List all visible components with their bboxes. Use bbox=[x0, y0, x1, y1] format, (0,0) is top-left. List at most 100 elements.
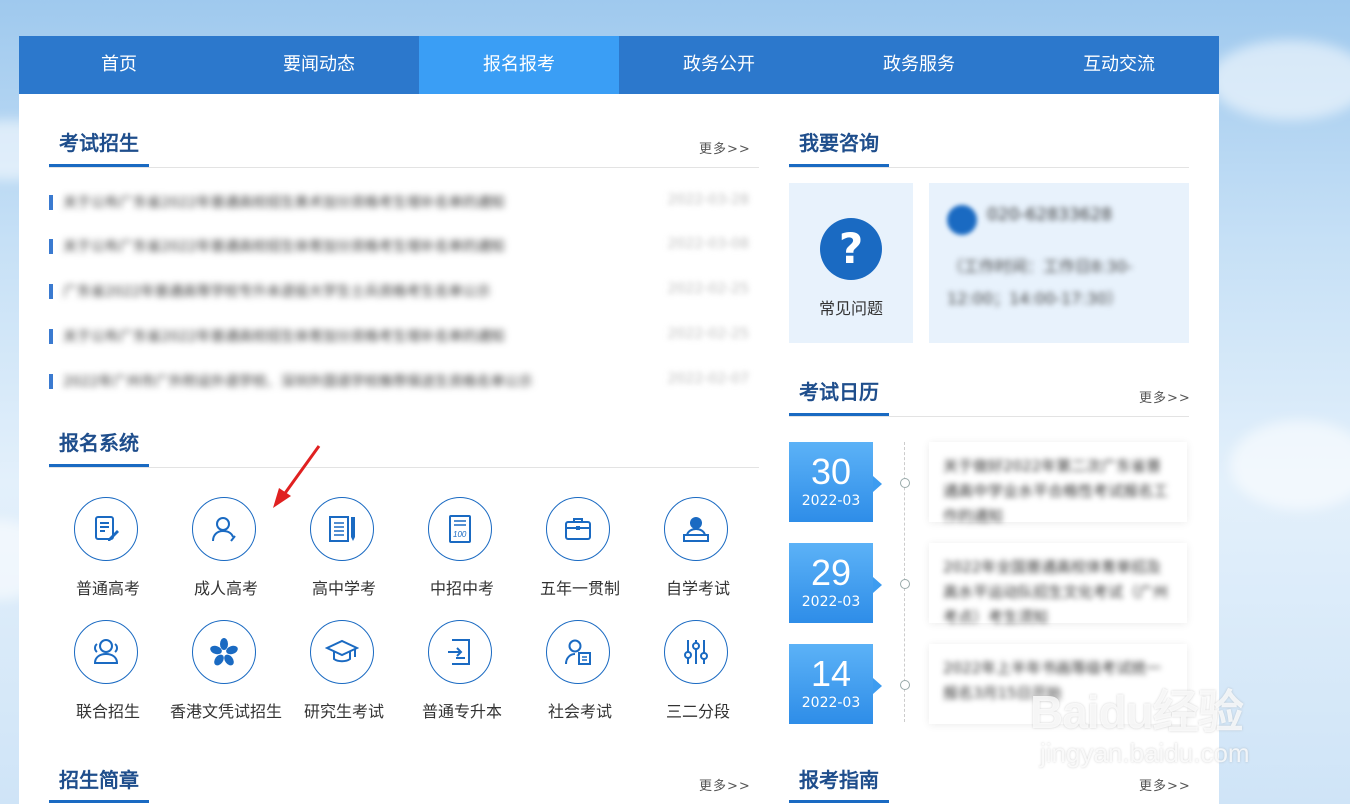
baidu-watermark-url: jingyan.baidu.com bbox=[1040, 738, 1250, 768]
system-label: 自学考试 bbox=[665, 579, 730, 598]
baidu-watermark-logo: Baidu经验 bbox=[1030, 686, 1244, 738]
news-bullet bbox=[49, 374, 53, 389]
section-title-exam-calendar: 考试日历 bbox=[799, 380, 879, 404]
news-date: 2022-02-07 bbox=[667, 371, 749, 387]
news-date: 2022-02-25 bbox=[667, 281, 749, 297]
news-bullet bbox=[49, 284, 53, 299]
system-item-postgraduate[interactable]: 研究生考试 bbox=[285, 620, 403, 730]
news-bullet bbox=[49, 195, 53, 210]
calendar-event-card[interactable]: 关于做好2022年第二次广东省普通高中学业水平合格性考试报名工作的通知 bbox=[929, 442, 1187, 525]
calendar-event-text: 2022年全国普通高校体育单招及高水平运动队招生文化考试（广州考点）考生须知 bbox=[943, 558, 1169, 626]
section-underline bbox=[789, 164, 889, 167]
system-item-high-school[interactable]: 高中学考 bbox=[285, 497, 403, 607]
system-item-joint-recruit[interactable]: 联合招生 bbox=[49, 620, 167, 730]
section-title-exam-guide: 报考指南 bbox=[799, 768, 879, 792]
nav-interaction[interactable]: 互动交流 bbox=[1019, 36, 1219, 94]
calendar-event-text: 关于做好2022年第二次广东省普通高中学业水平合格性考试报名工作的通知 bbox=[943, 457, 1169, 525]
nav-gov-open[interactable]: 政务公开 bbox=[619, 36, 819, 94]
news-item[interactable]: 2022年广州市广外附设外语学校、深圳外国语学校推荐保送生资格名单公示 2022… bbox=[49, 371, 749, 391]
question-icon: ? bbox=[820, 218, 882, 280]
exam-form-icon bbox=[74, 497, 138, 561]
section-underline bbox=[789, 800, 889, 803]
section-title-exam-recruit: 考试招生 bbox=[59, 131, 139, 155]
calendar-date-badge[interactable]: 30 2022-03 bbox=[789, 442, 882, 522]
divider bbox=[789, 416, 1189, 417]
news-date: 2022-02-25 bbox=[667, 326, 749, 342]
news-title: 2022年广州市广外附设外语学校、深圳外国语学校推荐保送生资格名单公示 bbox=[63, 374, 533, 390]
news-title: 广东省2022年普通高等学校专升本退役大学生士兵资格考生名单公示 bbox=[63, 284, 491, 300]
section-title-signup-system: 报名系统 bbox=[59, 431, 139, 455]
section-title-recruit-brochure: 招生简章 bbox=[59, 768, 139, 792]
calendar-day: 14 bbox=[810, 653, 852, 694]
system-item-social-exam[interactable]: 社会考试 bbox=[521, 620, 639, 730]
upgrade-doc-icon bbox=[428, 620, 492, 684]
news-title: 关于公布广东省2022年普通高校招生体育加分资格考生增补名单的通知 bbox=[63, 239, 505, 255]
group-people-icon bbox=[74, 620, 138, 684]
sliders-icon bbox=[664, 620, 728, 684]
system-item-upgrade[interactable]: 普通专升本 bbox=[403, 620, 521, 730]
timeline-dot bbox=[900, 478, 910, 488]
phone-number: 020-62833628 bbox=[987, 205, 1113, 225]
bauhinia-icon bbox=[192, 620, 256, 684]
faq-button[interactable]: ? 常见问题 bbox=[789, 183, 913, 343]
nav-gov-service[interactable]: 政务服务 bbox=[819, 36, 1019, 94]
calendar-date-badge[interactable]: 29 2022-03 bbox=[789, 543, 882, 623]
divider bbox=[49, 167, 759, 168]
section-underline bbox=[49, 464, 149, 467]
calendar-year-month: 2022-03 bbox=[801, 695, 861, 711]
calendar-year-month: 2022-03 bbox=[801, 493, 861, 509]
system-item-gaokao[interactable]: 普通高考 bbox=[49, 497, 167, 607]
section-underline bbox=[49, 164, 149, 167]
system-item-zhongkao[interactable]: 100 中招中考 bbox=[403, 497, 521, 607]
calendar-day: 29 bbox=[810, 552, 852, 593]
news-title: 关于公布广东省2022年普通高校招生美术加分资格考生增补名单的通知 bbox=[63, 195, 505, 211]
faq-label: 常见问题 bbox=[818, 299, 883, 318]
svg-text:100: 100 bbox=[453, 530, 467, 539]
system-item-self-study[interactable]: 自学考试 bbox=[639, 497, 757, 607]
nav-signup[interactable]: 报名报考 bbox=[419, 36, 619, 94]
divider bbox=[789, 167, 1189, 168]
nav-news[interactable]: 要闻动态 bbox=[219, 36, 419, 94]
phone-icon bbox=[947, 205, 977, 235]
self-study-icon bbox=[664, 497, 728, 561]
news-item[interactable]: 关于公布广东省2022年普通高校招生美术加分资格考生增补名单的通知 2022-0… bbox=[49, 192, 749, 212]
system-label: 三二分段 bbox=[665, 702, 730, 721]
contact-box: 020-62833628 （工作时间：工作日8:30-12:00；14:00-1… bbox=[929, 183, 1189, 343]
section-underline bbox=[789, 413, 889, 416]
score-paper-icon: 100 bbox=[428, 497, 492, 561]
calendar-day: 30 bbox=[810, 451, 852, 492]
main-nav: 首页 要闻动态 报名报考 政务公开 政务服务 互动交流 bbox=[19, 36, 1219, 94]
calendar-year-month: 2022-03 bbox=[801, 594, 861, 610]
more-link-recruit-brochure[interactable]: 更多>> bbox=[699, 775, 751, 794]
timeline-dot bbox=[900, 579, 910, 589]
system-item-adult-exam[interactable]: 成人高考 bbox=[167, 497, 285, 607]
cloud bbox=[1210, 40, 1350, 120]
timeline-dot bbox=[900, 680, 910, 690]
more-link-exam-recruit[interactable]: 更多>> bbox=[699, 138, 751, 157]
nav-home[interactable]: 首页 bbox=[19, 36, 219, 94]
news-bullet bbox=[49, 329, 53, 344]
news-date: 2022-03-08 bbox=[667, 236, 749, 252]
news-item[interactable]: 关于公布广东省2022年普通高校招生体育加分资格考生增补名单的通知 2022-0… bbox=[49, 236, 749, 256]
news-title: 关于公布广东省2022年普通高校招生体育加分资格考生增补名单的通知 bbox=[63, 329, 505, 345]
section-underline bbox=[49, 800, 149, 803]
work-hours: （工作时间：工作日8:30-12:00；14:00-17:30） bbox=[947, 257, 1133, 308]
red-arrow-annotation bbox=[273, 445, 321, 508]
system-item-three-two[interactable]: 三二分段 bbox=[639, 620, 757, 730]
system-item-hkdse[interactable]: 香港文凭试招生 bbox=[167, 620, 285, 730]
person-doc-icon bbox=[546, 620, 610, 684]
news-date: 2022-03-28 bbox=[667, 192, 749, 208]
section-title-consult: 我要咨询 bbox=[799, 131, 879, 155]
graduation-cap-icon bbox=[310, 620, 374, 684]
more-link-exam-guide[interactable]: 更多>> bbox=[1139, 775, 1191, 794]
system-item-five-year[interactable]: 五年一贯制 bbox=[521, 497, 639, 607]
news-bullet bbox=[49, 239, 53, 254]
cloud bbox=[1230, 420, 1350, 510]
calendar-date-badge[interactable]: 14 2022-03 bbox=[789, 644, 882, 724]
news-item[interactable]: 关于公布广东省2022年普通高校招生体育加分资格考生增补名单的通知 2022-0… bbox=[49, 326, 749, 346]
more-link-exam-calendar[interactable]: 更多>> bbox=[1139, 387, 1191, 406]
news-item[interactable]: 广东省2022年普通高等学校专升本退役大学生士兵资格考生名单公示 2022-02… bbox=[49, 281, 749, 301]
calendar-event-card[interactable]: 2022年全国普通高校体育单招及高水平运动队招生文化考试（广州考点）考生须知 bbox=[929, 543, 1187, 626]
adult-person-icon bbox=[192, 497, 256, 561]
briefcase-icon bbox=[546, 497, 610, 561]
